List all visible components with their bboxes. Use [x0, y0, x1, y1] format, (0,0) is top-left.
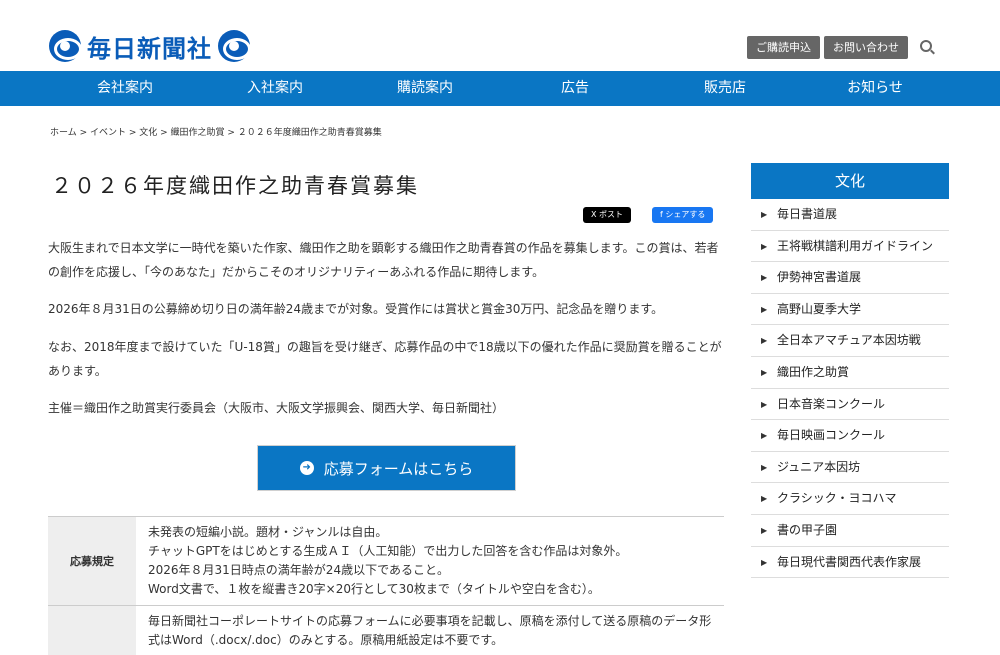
sidebar-item-label: 織田作之助賞 — [777, 364, 850, 379]
sidebar-item-label: 毎日映画コンクール — [777, 428, 886, 443]
rules-row-body: 毎日新聞社コーポレートサイトの応募フォームに必要事項を記載し、原稿を添付して送る… — [136, 606, 724, 655]
sidebar-item-classic-yokohama[interactable]: ▶ クラシック・ヨコハマ — [751, 483, 949, 515]
sidebar-item-oda-sakunosuke[interactable]: ▶ 織田作之助賞 — [751, 357, 949, 389]
nav-news[interactable]: お知らせ — [800, 71, 950, 106]
share-facebook-button[interactable]: f シェアする — [652, 207, 714, 223]
share-x-button[interactable]: X ポスト — [583, 207, 632, 223]
sidebar-item-film-awards[interactable]: ▶ 毎日映画コンクール — [751, 420, 949, 452]
triangle-right-icon: ▶ — [761, 336, 768, 346]
sidebar-item-label: 毎日現代書関西代表作家展 — [777, 554, 922, 569]
sidebar-item-amateur-honinbo[interactable]: ▶ 全日本アマチュア本因坊戦 — [751, 325, 949, 357]
site-header: 毎日新聞社 ご購読申込 お問い合わせ — [0, 0, 1000, 71]
nav-recruit[interactable]: 入社案内 — [200, 71, 350, 106]
sidebar-item-mainichi-calligraphy[interactable]: ▶ 毎日書道展 — [751, 199, 949, 231]
triangle-right-icon: ▶ — [761, 210, 768, 219]
sidebar-item-music-competition[interactable]: ▶ 日本音楽コンクール — [751, 389, 949, 421]
rule-line: 未発表の短編小説。題材・ジャンルは自由。 — [148, 525, 388, 539]
sidebar-item-label: 伊勢神宮書道展 — [777, 270, 862, 285]
triangle-right-icon: ▶ — [761, 557, 768, 567]
rule-line: 2026年８月31日時点の満年齢が24歳以下であること。 — [148, 563, 449, 577]
sidebar-title: 文化 — [751, 163, 949, 199]
site-logo[interactable]: 毎日新聞社 — [49, 30, 251, 63]
main-content: ２０２６年度織田作之助青春賞募集 X ポスト f シェアする 大阪生まれで日本文… — [48, 160, 726, 655]
sidebar-item-label: 高野山夏季大学 — [777, 301, 862, 316]
subscribe-button[interactable]: ご購読申込 — [747, 36, 820, 59]
nav-subscription[interactable]: 購読案内 — [350, 71, 500, 106]
page-title: ２０２６年度織田作之助青春賞募集 — [51, 174, 419, 198]
rule-line: 毎日新聞社コーポレートサイトの応募フォームに必要事項を記載し、原稿を添付して送る… — [148, 614, 712, 647]
triangle-right-icon: ▶ — [761, 431, 768, 441]
rules-row: 応募規定 未発表の短編小説。題材・ジャンルは自由。 チャットGPTをはじめとする… — [48, 517, 724, 606]
nav-dealers[interactable]: 販売店 — [650, 71, 800, 106]
encouragement-paragraph: なお、2018年度まで設けていた「U-18賞」の趣旨を受け継ぎ、応募作品の中で1… — [48, 340, 722, 378]
rules-row-body: 未発表の短編小説。題材・ジャンルは自由。 チャットGPTをはじめとする生成ＡＩ（… — [136, 517, 724, 605]
sidebar-item-label: 全日本アマチュア本因坊戦 — [777, 333, 921, 348]
sidebar-item-label: ジュニア本因坊 — [777, 459, 861, 474]
triangle-right-icon: ▶ — [761, 525, 768, 535]
organizer-paragraph: 主催＝織田作之助賞実行委員会（大阪市、大阪文学振興会、関西大学、毎日新聞社） — [48, 401, 505, 415]
sidebar-item-label: 日本音楽コンクール — [777, 396, 886, 411]
rules-row-head: 応募規定 — [48, 517, 136, 605]
nav-company[interactable]: 会社案内 — [50, 71, 200, 106]
eligibility-paragraph: 2026年８月31日の公募締め切り日の満年齢24歳までが対象。受賞作には賞状と賞… — [48, 302, 664, 316]
rules-table: 応募規定 未発表の短編小説。題材・ジャンルは自由。 チャットGPTをはじめとする… — [48, 516, 724, 655]
sidebar-item-ise-calligraphy[interactable]: ▶ 伊勢神宮書道展 — [751, 262, 949, 294]
triangle-right-icon: ▶ — [761, 399, 768, 409]
triangle-right-icon: ▶ — [761, 241, 768, 251]
sidebar-item-kansai-calligraphy[interactable]: ▶ 毎日現代書関西代表作家展 — [751, 547, 949, 579]
triangle-right-icon: ▶ — [761, 494, 768, 504]
breadcrumb[interactable]: ホーム > イベント > 文化 > 織田作之助賞 > ２０２６年度織田作之助青春… — [50, 125, 382, 138]
sidebar-item-ousho-guideline[interactable]: ▶ 王将戦棋譜利用ガイドライン — [751, 231, 949, 263]
triangle-right-icon: ▶ — [761, 273, 768, 283]
intro-paragraph: 大阪生まれで日本文学に一時代を築いた作家、織田作之助を顕彰する織田作之助青春賞の… — [48, 241, 719, 279]
apply-form-label: 応募フォームはこちら — [323, 459, 474, 478]
contact-button[interactable]: お問い合わせ — [824, 36, 908, 59]
sidebar: 文化 ▶ 毎日書道展 ▶ 王将戦棋譜利用ガイドライン ▶ 伊勢神宮書道展 ▶ 高野山夏季… — [751, 163, 949, 579]
rules-row-head — [48, 606, 136, 655]
triangle-right-icon: ▶ — [761, 304, 768, 314]
sidebar-item-label: 王将戦棋譜利用ガイドライン — [777, 238, 934, 253]
search-icon[interactable] — [920, 40, 932, 52]
triangle-right-icon: ▶ — [761, 462, 768, 472]
global-nav: 会社案内 入社案内 購読案内 広告 販売店 お知らせ — [0, 71, 1000, 106]
rule-line: Word文書で、１枚を縦書き20字×20行として30枚まで（タイトルや空白を含む… — [148, 582, 600, 596]
nav-advertising[interactable]: 広告 — [500, 71, 650, 106]
sidebar-item-label: 書の甲子園 — [777, 522, 838, 537]
arrow-right-circle-icon: ➜ — [299, 461, 314, 475]
triangle-right-icon: ▶ — [761, 367, 768, 377]
sidebar-item-sho-koshien[interactable]: ▶ 書の甲子園 — [751, 515, 949, 547]
sidebar-item-label: 毎日書道展 — [777, 207, 838, 221]
apply-form-button[interactable]: ➜ 応募フォームはこちら — [257, 445, 516, 491]
sidebar-item-label: クラシック・ヨコハマ — [777, 491, 897, 506]
logo-mark-icon — [218, 30, 251, 62]
sidebar-item-koyasan[interactable]: ▶ 高野山夏季大学 — [751, 294, 949, 326]
sidebar-item-junior-honinbo[interactable]: ▶ ジュニア本因坊 — [751, 452, 949, 484]
rule-line: チャットGPTをはじめとする生成ＡＩ（人工知能）で出力した回答を含む作品は対象外… — [148, 544, 628, 558]
logo-text: 毎日新聞社 — [87, 33, 212, 63]
rules-row: 毎日新聞社コーポレートサイトの応募フォームに必要事項を記載し、原稿を添付して送る… — [48, 606, 724, 655]
logo-mark-icon — [49, 30, 82, 62]
